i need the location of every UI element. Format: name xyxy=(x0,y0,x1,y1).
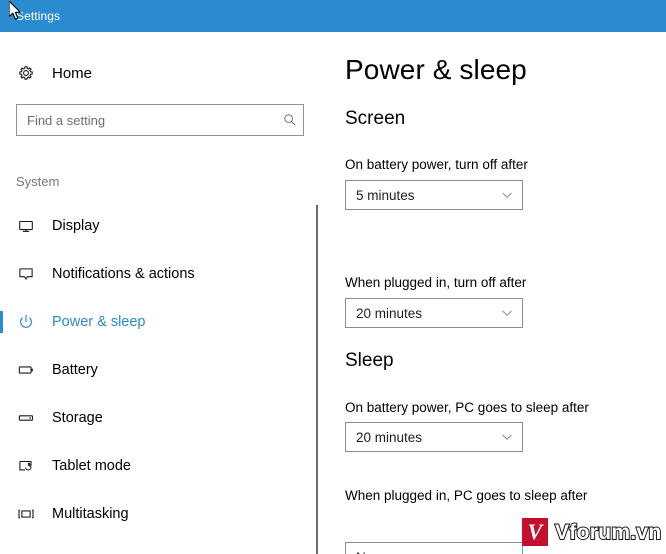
dropdown-value: Never xyxy=(346,550,492,554)
sidebar-item-battery[interactable]: Battery xyxy=(0,346,317,394)
sidebar-item-label: Notifications & actions xyxy=(52,266,195,282)
sidebar-item-label: Power & sleep xyxy=(52,314,146,330)
settings-window: Settings Home Find a setting System Disp… xyxy=(0,0,666,554)
field-label-sleep-battery: On battery power, PC goes to sleep after xyxy=(345,400,589,415)
dropdown-screen-battery[interactable]: 5 minutes xyxy=(345,180,523,210)
chevron-down-icon[interactable] xyxy=(492,423,522,451)
field-label-screen-battery: On battery power, turn off after xyxy=(345,157,528,172)
section-heading-sleep: Sleep xyxy=(345,350,394,371)
selection-accent-bar xyxy=(0,311,3,333)
sidebar-item-tablet-mode[interactable]: Tablet mode xyxy=(0,442,317,490)
power-icon xyxy=(16,312,36,332)
selection-accent-bar xyxy=(0,359,3,381)
sidebar-item-multitasking[interactable]: Multitasking xyxy=(0,490,317,538)
sidebar-item-label: Storage xyxy=(52,410,103,426)
sidebar-home-label: Home xyxy=(52,64,93,82)
sidebar-item-label: Multitasking xyxy=(52,506,129,522)
section-heading-screen: Screen xyxy=(345,108,406,129)
dropdown-screen-plugged[interactable]: 20 minutes xyxy=(345,298,523,328)
sidebar-item-label: Display xyxy=(52,218,100,234)
field-label-screen-plugged: When plugged in, turn off after xyxy=(345,275,527,290)
field-label-sleep-plugged: When plugged in, PC goes to sleep after xyxy=(345,488,588,503)
pane-divider[interactable] xyxy=(316,205,318,554)
chevron-down-icon[interactable] xyxy=(492,181,522,209)
search-box[interactable] xyxy=(16,104,304,136)
sidebar-item-power-sleep[interactable]: Power & sleep xyxy=(0,298,317,346)
window-titlebar: Settings xyxy=(0,0,666,32)
speech-bubble-icon xyxy=(16,264,36,284)
chevron-down-icon[interactable] xyxy=(492,543,522,554)
dropdown-value: 5 minutes xyxy=(356,187,415,203)
sidebar: Home System xyxy=(0,32,317,554)
sidebar-item-label: Battery xyxy=(52,362,98,378)
search-icon[interactable] xyxy=(277,105,303,135)
sidebar-group-label: System xyxy=(16,174,60,189)
monitor-icon xyxy=(16,216,36,236)
dropdown-value: 20 minutes xyxy=(356,305,423,321)
selection-accent-bar xyxy=(0,407,3,429)
multitasking-icon xyxy=(16,504,36,524)
selection-accent-bar xyxy=(0,215,3,237)
page-title: Power & sleep xyxy=(345,54,527,85)
window-title: Settings xyxy=(16,9,61,23)
chevron-down-icon[interactable] xyxy=(492,299,522,327)
dropdown-sleep-plugged[interactable]: Never xyxy=(345,542,523,554)
search-input[interactable] xyxy=(17,105,277,135)
selection-accent-bar xyxy=(0,455,3,477)
battery-icon xyxy=(16,360,36,380)
tablet-hand-icon xyxy=(16,456,36,476)
drive-icon xyxy=(16,408,36,428)
main-content: Power & sleep Screen On battery power, t… xyxy=(345,32,666,554)
sidebar-item-label: Tablet mode xyxy=(52,458,131,474)
dropdown-sleep-battery[interactable]: 20 minutes xyxy=(345,422,523,452)
selection-accent-bar xyxy=(0,263,3,285)
sidebar-item-notifications-actions[interactable]: Notifications & actions xyxy=(0,250,317,298)
gear-icon xyxy=(16,63,36,83)
sidebar-item-home[interactable]: Home xyxy=(0,57,300,89)
dropdown-value: 20 minutes xyxy=(356,429,423,445)
sidebar-nav-list: Display Notifications & actions Power & … xyxy=(0,202,317,538)
sidebar-item-storage[interactable]: Storage xyxy=(0,394,317,442)
sidebar-item-display[interactable]: Display xyxy=(0,202,317,250)
selection-accent-bar xyxy=(0,503,3,525)
